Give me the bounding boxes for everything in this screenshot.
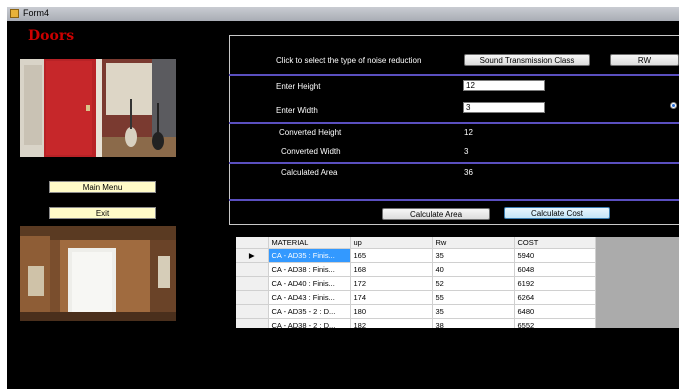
material-cell[interactable]: CA - AD35 - 2 : D... xyxy=(268,304,351,319)
row-header[interactable] xyxy=(236,290,269,305)
rw-cell[interactable]: 52 xyxy=(432,276,515,291)
rw-cell[interactable]: 35 xyxy=(432,304,515,319)
material-cell[interactable]: CA - AD35 : Finis... xyxy=(268,248,351,263)
divider xyxy=(229,74,679,76)
cost-cell[interactable]: 6552 xyxy=(514,318,596,328)
exit-button[interactable]: Exit xyxy=(49,207,156,219)
table-row[interactable]: CA - AD38 - 2 : D... 182 38 6552 xyxy=(236,318,596,328)
calculate-area-button[interactable]: Calculate Area xyxy=(382,208,490,220)
calculated-area-label: Calculated Area xyxy=(281,168,338,177)
rw-button[interactable]: RW xyxy=(610,54,679,66)
main-menu-button[interactable]: Main Menu xyxy=(49,181,156,193)
column-header-cost[interactable]: COST xyxy=(514,237,596,249)
material-cell[interactable]: CA - AD38 - 2 : D... xyxy=(268,318,351,328)
table-row[interactable]: CA - AD38 : Finis... 168 40 6048 xyxy=(236,262,596,277)
up-cell[interactable]: 168 xyxy=(350,262,433,277)
divider xyxy=(229,199,679,201)
table-row[interactable]: CA - AD43 : Finis... 174 55 6264 xyxy=(236,290,596,305)
door-photo-red xyxy=(20,59,176,157)
cost-cell[interactable]: 6192 xyxy=(514,276,596,291)
converted-height-label: Converted Height xyxy=(279,128,342,137)
column-header-up[interactable]: up xyxy=(350,237,433,249)
column-header-rw[interactable]: Rw xyxy=(432,237,515,249)
app-icon xyxy=(10,9,19,18)
table-row[interactable]: CA - AD35 - 2 : D... 180 35 6480 xyxy=(236,304,596,319)
material-cell[interactable]: CA - AD38 : Finis... xyxy=(268,262,351,277)
up-cell[interactable]: 165 xyxy=(350,248,433,263)
rw-cell[interactable]: 55 xyxy=(432,290,515,305)
row-header-corner xyxy=(236,237,269,249)
material-cell[interactable]: CA - AD40 : Finis... xyxy=(268,276,351,291)
converted-width-value: 3 xyxy=(464,147,469,156)
row-header[interactable] xyxy=(236,318,269,328)
converted-height-value: 12 xyxy=(464,128,473,137)
window-title: Form4 xyxy=(23,8,50,18)
width-label: Enter Width xyxy=(276,106,318,115)
divider xyxy=(229,162,679,164)
row-header[interactable] xyxy=(236,276,269,291)
rw-cell[interactable]: 40 xyxy=(432,262,515,277)
materials-grid: MATERIAL up Rw COST ▶ CA - AD35 : Finis.… xyxy=(236,237,679,328)
converted-width-label: Converted Width xyxy=(281,147,341,156)
calculated-area-value: 36 xyxy=(464,168,473,177)
table-row[interactable]: ▶ CA - AD35 : Finis... 165 35 5940 xyxy=(236,248,596,263)
column-header-material[interactable]: MATERIAL xyxy=(268,237,351,249)
cost-cell[interactable]: 6264 xyxy=(514,290,596,305)
radio-button[interactable] xyxy=(670,102,677,109)
door-photo-room xyxy=(20,226,176,321)
title-bar[interactable]: Form4 xyxy=(7,7,679,21)
rw-cell[interactable]: 38 xyxy=(432,318,515,328)
up-cell[interactable]: 172 xyxy=(350,276,433,291)
calculate-cost-button[interactable]: Calculate Cost xyxy=(504,207,610,219)
width-input[interactable]: 3 xyxy=(463,102,545,113)
height-input[interactable]: 12 xyxy=(463,80,545,91)
material-cell[interactable]: CA - AD43 : Finis... xyxy=(268,290,351,305)
cost-cell[interactable]: 6480 xyxy=(514,304,596,319)
cost-cell[interactable]: 5940 xyxy=(514,248,596,263)
up-cell[interactable]: 182 xyxy=(350,318,433,328)
current-row-indicator: ▶ xyxy=(236,248,269,263)
table-row[interactable]: CA - AD40 : Finis... 172 52 6192 xyxy=(236,276,596,291)
height-label: Enter Height xyxy=(276,82,321,91)
grid-header: MATERIAL up Rw COST xyxy=(236,237,596,249)
rw-cell[interactable]: 35 xyxy=(432,248,515,263)
up-cell[interactable]: 174 xyxy=(350,290,433,305)
page-title: Doors xyxy=(28,28,75,44)
cost-cell[interactable]: 6048 xyxy=(514,262,596,277)
sound-transmission-class-button[interactable]: Sound Transmission Class xyxy=(464,54,590,66)
row-header[interactable] xyxy=(236,262,269,277)
up-cell[interactable]: 180 xyxy=(350,304,433,319)
row-header[interactable] xyxy=(236,304,269,319)
noise-reduction-prompt: Click to select the type of noise reduct… xyxy=(276,56,422,65)
divider xyxy=(229,122,679,124)
